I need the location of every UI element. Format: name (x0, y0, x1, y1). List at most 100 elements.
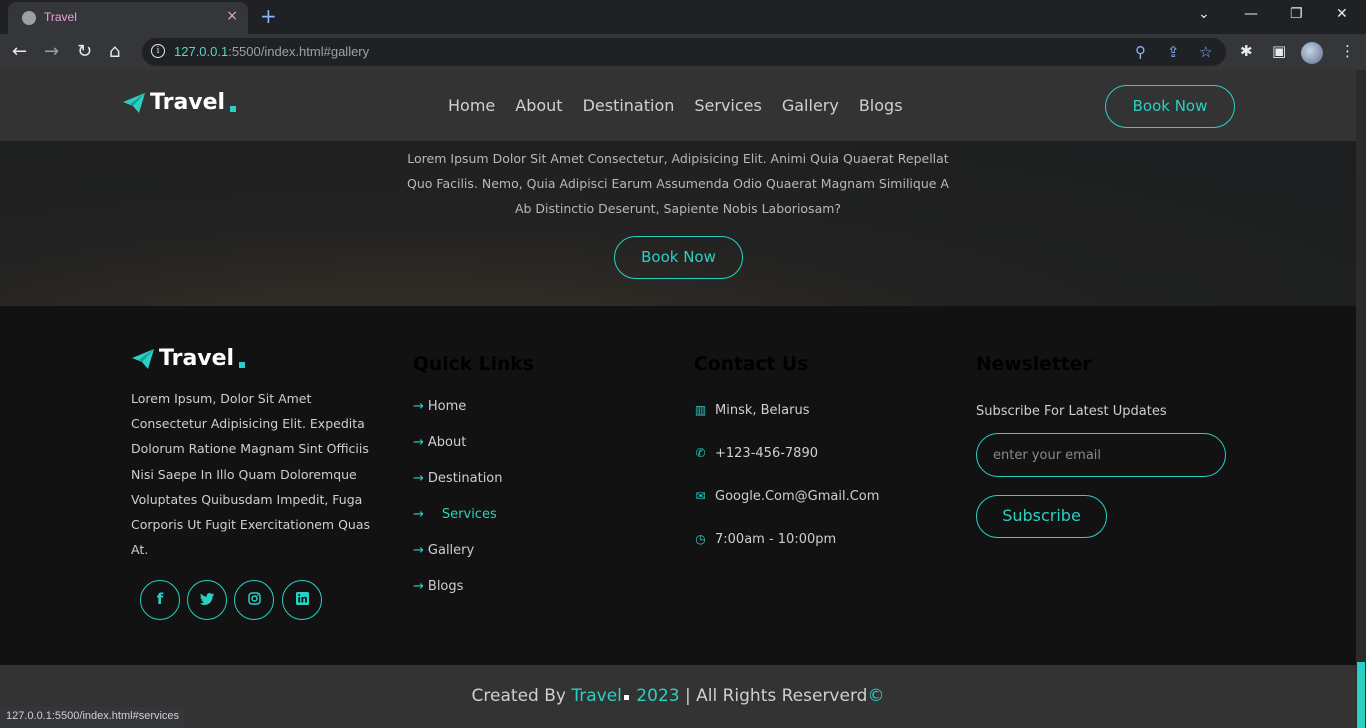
envelope-icon: ✉ (695, 489, 706, 503)
contact-phone: ✆ +123-456-7890 (694, 446, 818, 461)
header-book-now-button[interactable]: Book Now (1105, 85, 1235, 128)
linkedin-icon[interactable] (282, 580, 322, 620)
contact-hours: ◷ 7:00am - 10:00pm (694, 532, 836, 547)
tab-close-icon[interactable]: × (226, 8, 238, 24)
page-scrollbar[interactable] (1356, 70, 1366, 728)
newsletter-title: Newsletter (976, 354, 1092, 375)
footer-link-label: About (427, 435, 467, 450)
site-footer: Travel Lorem Ipsum, Dolor Sit Amet Conse… (0, 306, 1356, 665)
nav-about[interactable]: About (515, 96, 562, 115)
browser-tab[interactable]: Travel × (8, 2, 248, 34)
hero-section: Lorem Ipsum Dolor Sit Amet Consectetur, … (0, 141, 1356, 306)
nav-blogs[interactable]: Blogs (859, 96, 903, 115)
contact-location-text: Minsk, Belarus (715, 403, 810, 418)
contact-phone-text: +123-456-7890 (715, 446, 818, 461)
new-tab-button[interactable]: + (260, 4, 277, 28)
arrow-right-icon: → (413, 507, 424, 522)
phone-icon: ✆ (695, 446, 706, 460)
home-icon[interactable]: ⌂ (109, 41, 120, 62)
url-text[interactable]: 127.0.0.1:5500/index.html#gallery (174, 44, 369, 59)
forward-icon[interactable]: → (44, 41, 59, 62)
logo-text: Travel (150, 90, 226, 115)
footer-link-label: Home (427, 399, 467, 414)
site-info-icon[interactable]: i (151, 44, 165, 58)
contact-location: ▥ Minsk, Belarus (694, 403, 810, 418)
logo-dot (239, 361, 246, 368)
footer-link-label: Gallery (427, 543, 475, 558)
facebook-icon[interactable]: f (140, 580, 180, 620)
site-header: Travel Home About Destination Services G… (0, 70, 1356, 141)
address-bar[interactable]: i 127.0.0.1:5500/index.html#gallery ⚲ ⇪ … (142, 38, 1226, 66)
reload-icon[interactable]: ↻ (77, 41, 92, 62)
paper-plane-icon (123, 92, 145, 113)
quick-links-title: Quick Links (413, 354, 534, 375)
instagram-icon[interactable] (234, 580, 274, 620)
zoom-icon[interactable]: ⚲ (1135, 43, 1146, 61)
back-icon[interactable]: ← (12, 41, 27, 62)
globe-icon (22, 11, 36, 25)
hero-book-now-button[interactable]: Book Now (614, 236, 743, 279)
credit-brand-dot (623, 695, 629, 700)
menu-kebab-icon[interactable]: ⋮ (1340, 42, 1355, 60)
url-host: 127.0.0.1 (174, 44, 229, 59)
contact-email: ✉ Google.Com@Gmail.Com (694, 489, 879, 504)
website-viewport: Travel Home About Destination Services G… (0, 70, 1356, 728)
copyright-symbol: © (867, 686, 885, 706)
footer-link-services[interactable]: → Services (413, 507, 497, 522)
credit-year: 2023 (630, 686, 680, 706)
header-logo[interactable]: Travel (122, 90, 237, 115)
tab-search-icon[interactable]: ⌄ (1198, 6, 1210, 22)
side-panel-icon[interactable]: ▣ (1272, 42, 1286, 60)
footer-logo-text: Travel (159, 346, 235, 371)
bookmark-star-icon[interactable]: ☆ (1199, 43, 1212, 61)
newsletter-email-input[interactable] (976, 433, 1226, 477)
main-nav: Home About Destination Services Gallery … (448, 96, 903, 115)
footer-link-about[interactable]: → About (413, 435, 466, 450)
contact-hours-text: 7:00am - 10:00pm (715, 532, 837, 547)
extensions-icon[interactable]: ✱ (1240, 42, 1253, 60)
footer-link-home[interactable]: → Home (413, 399, 466, 414)
contact-title: Contact Us (694, 354, 809, 375)
profile-avatar[interactable] (1301, 42, 1323, 64)
footer-link-label: Destination (427, 471, 503, 486)
arrow-right-icon: → (413, 435, 424, 450)
arrow-right-icon: → (413, 543, 424, 558)
credit-bar: Created By Travel 2023 | All Rights Rese… (0, 665, 1356, 728)
contact-email-text: Google.Com@Gmail.Com (715, 489, 880, 504)
share-icon[interactable]: ⇪ (1167, 43, 1180, 61)
footer-link-gallery[interactable]: → Gallery (413, 543, 474, 558)
scrollbar-thumb[interactable] (1357, 662, 1365, 728)
twitter-icon[interactable] (187, 580, 227, 620)
arrow-right-icon: → (413, 471, 424, 486)
credit-prefix: Created By (471, 686, 572, 706)
arrow-right-icon: → (413, 579, 424, 594)
footer-link-label: Blogs (427, 579, 464, 594)
minimize-icon[interactable]: — (1244, 6, 1258, 22)
footer-link-label: Services (441, 507, 497, 522)
restore-icon[interactable]: ❐ (1290, 6, 1303, 22)
paper-plane-icon (132, 348, 154, 369)
clock-icon: ◷ (695, 532, 706, 546)
status-bar-url: 127.0.0.1:5500/index.html#services (0, 707, 186, 728)
nav-services[interactable]: Services (694, 96, 761, 115)
newsletter-subtitle: Subscribe For Latest Updates (976, 404, 1167, 419)
arrow-right-icon: → (413, 399, 424, 414)
credit-brand: Travel (571, 686, 622, 706)
tab-title: Travel (44, 10, 77, 24)
url-path: :5500/index.html#gallery (228, 44, 370, 59)
subscribe-button[interactable]: Subscribe (976, 495, 1107, 538)
credit-suffix: | All Rights Reserverd (679, 686, 868, 706)
footer-link-blogs[interactable]: → Blogs (413, 579, 463, 594)
logo-dot (230, 105, 237, 112)
nav-home[interactable]: Home (448, 96, 495, 115)
hero-paragraph: Lorem Ipsum Dolor Sit Amet Consectetur, … (407, 151, 949, 216)
window-close-icon[interactable]: ✕ (1336, 6, 1348, 22)
footer-about-text: Lorem Ipsum, Dolor Sit Amet Consectetur … (131, 391, 371, 558)
browser-toolbar: ← → ↻ ⌂ i 127.0.0.1:5500/index.html#gall… (0, 34, 1366, 70)
browser-tabbar: Travel × + ⌄ — ❐ ✕ (0, 0, 1366, 34)
nav-gallery[interactable]: Gallery (782, 96, 839, 115)
nav-destination[interactable]: Destination (583, 96, 675, 115)
footer-link-destination[interactable]: → Destination (413, 471, 503, 486)
footer-logo[interactable]: Travel (131, 346, 246, 371)
map-icon: ▥ (694, 403, 707, 417)
